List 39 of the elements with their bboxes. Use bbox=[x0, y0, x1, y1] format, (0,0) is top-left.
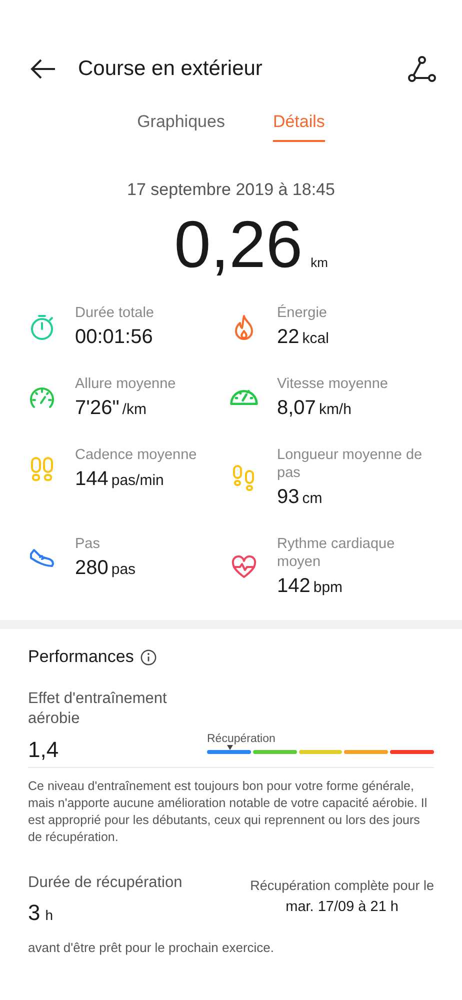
stat-value: 144 pas/min bbox=[75, 468, 165, 491]
stat-label: Longueur moyenne de pas bbox=[277, 446, 424, 482]
description-text: Ce niveau d'entraînement est toujours bon pour votre forme générale, mais n'apporte aucune amélioration notable de votre capacité aérobie. Il est approprié pour les débutants, ceux qui reprennent ou lors des jours de récupération. bbox=[28, 778, 428, 846]
stat-value: 00:01:56 bbox=[75, 326, 154, 349]
distance-unit: km bbox=[310, 255, 328, 270]
stat-label: Durée totale bbox=[75, 304, 154, 322]
stat-label: Énergie bbox=[277, 304, 328, 322]
stat-label: Rythme cardiaque moyen bbox=[277, 535, 396, 571]
speedometer-icon bbox=[230, 390, 258, 405]
recovery-label: Durée de récupération bbox=[28, 874, 182, 892]
recovery-complete-label: Récupération complète pour le bbox=[250, 878, 434, 893]
aerobic-effect-value: 1,4 bbox=[28, 737, 60, 763]
distance-value: 0,26 bbox=[174, 206, 303, 282]
scale-label: Récupération bbox=[207, 733, 276, 745]
stat-value: 142 bpm bbox=[277, 575, 344, 598]
back-icon[interactable] bbox=[30, 58, 56, 80]
stat-label: Cadence moyenne bbox=[75, 446, 197, 464]
recovery-complete-time: mar. 17/09 à 21 h bbox=[286, 899, 398, 915]
stat-value: 8,07 km/h bbox=[277, 397, 352, 420]
stat-label: Pas bbox=[75, 535, 101, 553]
stat-value: 7'26"/km bbox=[75, 397, 148, 420]
stat-value: 22 kcal bbox=[277, 326, 329, 349]
recovery-note: avant d'être prêt pour le prochain exercice. bbox=[28, 940, 276, 955]
stat-label: Allure moyenne bbox=[75, 375, 176, 393]
stat-value: 280 pas bbox=[75, 557, 136, 580]
tab[interactable]: Détails bbox=[272, 108, 325, 142]
info-icon[interactable] bbox=[140, 648, 157, 666]
section-title: Performances bbox=[28, 647, 134, 667]
stat-value: 93 cm bbox=[277, 486, 324, 509]
heart-pulse-icon bbox=[230, 552, 258, 580]
route-icon[interactable] bbox=[408, 55, 436, 83]
stopwatch-icon bbox=[28, 312, 56, 340]
stat-label: Vitesse moyenne bbox=[277, 375, 388, 393]
page-title: Course en extérieur bbox=[78, 57, 264, 81]
footprints-icon bbox=[28, 454, 56, 482]
aerobic-effect-label: Effet d'entraînement aérobie bbox=[28, 689, 168, 729]
recovery-value: 3 h bbox=[28, 900, 54, 926]
tab[interactable]: Graphiques bbox=[137, 108, 225, 142]
workout-date: 17 septembre 2019 à 18:45 bbox=[126, 180, 336, 200]
